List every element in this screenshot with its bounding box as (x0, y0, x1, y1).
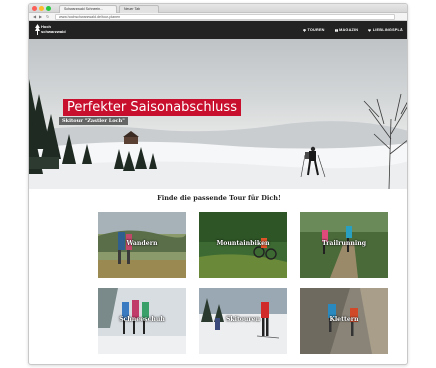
forward-arrow-icon[interactable]: ▶ (39, 14, 42, 20)
url-field[interactable]: www.hochschwarzwald.de/tour-planen (55, 14, 395, 20)
signpost-icon (302, 28, 306, 32)
tile-label: Skitouren (225, 316, 261, 323)
browser-window: Schwarzwald Schneein... Neuer Tab ◀ ▶ ↻ … (28, 3, 408, 365)
tile-label: Trailrunning (321, 240, 367, 247)
tile-label: Mountainbiken (216, 240, 270, 247)
minimize-window-button[interactable] (39, 6, 44, 11)
tile-label: Wandern (126, 240, 158, 247)
book-icon (334, 28, 338, 32)
browser-tab-new[interactable]: Neuer Tab (119, 5, 159, 13)
tile-label: Schneeschuh (119, 316, 165, 323)
tile-label: Klettern (329, 316, 359, 323)
section-title: Finde die passende Tour für Dich! (157, 194, 281, 202)
address-bar: ◀ ▶ ↻ www.hochschwarzwald.de/tour-planen (29, 13, 407, 21)
logo-icon[interactable] (35, 24, 40, 35)
nav-item-magazin[interactable]: MAGAZIN (334, 28, 359, 32)
back-arrow-icon[interactable]: ◀ (33, 14, 36, 20)
nav-label: MAGAZIN (339, 28, 359, 32)
tile-trailrunning[interactable]: Trailrunning (300, 212, 388, 278)
reload-icon[interactable]: ↻ (46, 14, 49, 20)
tile-skitouren[interactable]: Skitouren (199, 288, 287, 354)
hero-title[interactable]: Perfekter Saisonabschluss (63, 99, 241, 116)
logo-text[interactable]: Hoch schwarzwald (41, 24, 71, 34)
nav-item-lieblingsplaetze[interactable]: LIEBLINGSPLÄ (368, 28, 403, 32)
nav-label: TOUREN (307, 28, 325, 32)
main-nav: TOUREN MAGAZIN LIEBLINGSPLÄ (302, 21, 403, 39)
tile-schneeschuh[interactable]: Schneeschuh (98, 288, 186, 354)
browser-tab-bar: Schwarzwald Schneein... Neuer Tab (29, 4, 407, 13)
nav-item-touren[interactable]: TOUREN (302, 28, 325, 32)
tile-wandern[interactable]: Wandern (98, 212, 186, 278)
site-header: Hoch schwarzwald TOUREN MAGAZIN LIEBLING… (29, 21, 407, 39)
nav-label: LIEBLINGSPLÄ (372, 28, 403, 32)
activity-tiles: Wandern Mountainbiken Trailrunning Schne… (98, 212, 388, 354)
hero-banner[interactable]: Perfekter Saisonabschluss Skitour "Zastl… (29, 39, 407, 189)
zoom-window-button[interactable] (46, 6, 51, 11)
tile-mountainbiken[interactable]: Mountainbiken (199, 212, 287, 278)
close-window-button[interactable] (32, 6, 37, 11)
tile-klettern[interactable]: Klettern (300, 288, 388, 354)
heart-icon (368, 28, 372, 32)
browser-tab-active[interactable]: Schwarzwald Schneein... (59, 5, 117, 13)
logo-line-2: schwarzwald (41, 28, 66, 34)
hero-subtitle[interactable]: Skitour "Zastler Loch" (59, 117, 128, 125)
